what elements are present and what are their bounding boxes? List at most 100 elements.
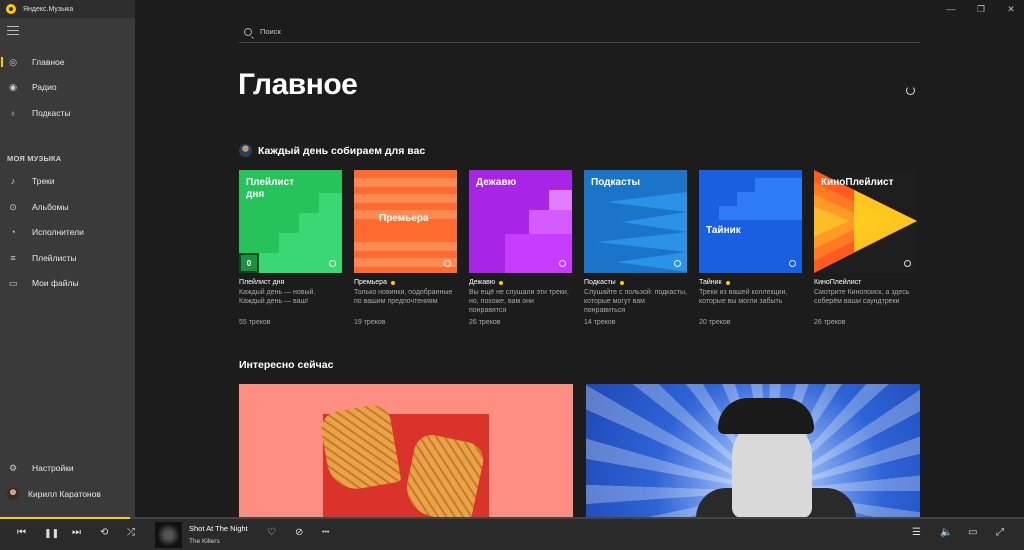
new-dot-icon (499, 280, 504, 285)
fullscreen-icon[interactable]: ⤢ (996, 527, 1004, 538)
playlist-cover[interactable]: Премьера (354, 170, 457, 273)
playlist-description: Треки из вашей коллекции, которые вы мог… (699, 289, 788, 306)
folder-icon: ▭ (8, 277, 18, 288)
track-count: 19 треков (354, 319, 386, 326)
like-icon[interactable]: ♡ (267, 527, 276, 538)
playlist-card[interactable]: Тайник Тайник Треки из вашей коллекции, … (699, 170, 802, 326)
track-count: 26 треков (469, 319, 501, 326)
sidebar-item-albums[interactable]: ⊙ Альбомы (0, 196, 135, 218)
cover-title: Плейлист дня (246, 177, 295, 200)
titlebar: Яндекс.Музыка (0, 0, 135, 18)
sidebar-item-podcasts[interactable]: ♁ Подкасты (0, 102, 135, 124)
new-dot-icon (619, 280, 624, 285)
playlist-card[interactable]: Премьера Премьера Только новинки, подобр… (354, 170, 457, 326)
cover-title: КиноПлейлист (821, 177, 894, 188)
app-logo-icon (6, 4, 16, 14)
yandex-badge-icon (444, 260, 451, 267)
volume-icon[interactable]: 🔈 (940, 527, 952, 538)
sidebar-item-settings[interactable]: ⚙ Настройки (0, 457, 135, 479)
playlist-name-text: Тайник (699, 279, 722, 286)
page-title: Главное (238, 68, 358, 101)
window-controls: — ❐ ✕ (946, 4, 1016, 15)
miniplayer-icon[interactable]: ▭ (968, 527, 977, 538)
playlist-cover[interactable]: КиноПлейлист (814, 170, 917, 273)
close-icon[interactable]: ✕ (1006, 4, 1016, 15)
playlist-name: Подкасты (584, 279, 687, 286)
playlist-card[interactable]: КиноПлейлист КиноПлейлист Смотрите Киноп… (814, 170, 917, 326)
sidebar-item-artists[interactable]: ◔ Исполнители (0, 221, 135, 243)
cover-title: Премьера (379, 213, 429, 224)
main-content: — ❐ ✕ Главное Каждый день собираем для в… (135, 0, 1024, 518)
playlist-cover[interactable]: Тайник (699, 170, 802, 273)
yandex-badge-icon (674, 260, 681, 267)
sidebar-item-label: Треки (32, 176, 55, 186)
artist-icon: ◔ (10, 227, 16, 237)
sidebar-item-tracks[interactable]: ♪ Треки (0, 170, 135, 192)
section-title: Каждый день собираем для вас (258, 144, 426, 157)
repeat-icon[interactable]: ⟲ (100, 527, 108, 538)
sidebar-item-user[interactable]: Кирилл Каратонов (0, 483, 135, 505)
minimize-icon[interactable]: — (946, 4, 956, 15)
gear-icon: ⚙ (8, 462, 18, 473)
playlist-description: Каждый день — новый. Каждый день — ваш! (239, 289, 316, 306)
playlist-description: Вы ещё не слушали эти треки, но, похоже,… (469, 289, 569, 315)
app-title: Яндекс.Музыка (23, 5, 74, 13)
user-name: Кирилл Каратонов (28, 489, 101, 499)
sidebar-item-label: Альбомы (32, 202, 69, 212)
next-icon[interactable]: ⏭ (72, 527, 81, 538)
menu-icon[interactable] (7, 26, 19, 35)
pause-icon[interactable]: ❚❚ (44, 528, 59, 539)
search-bar[interactable] (239, 21, 920, 43)
sidebar-item-label: Мои файлы (32, 278, 79, 288)
playlist-card[interactable]: Подкасты Подкасты Слушайте с пользой: по… (584, 170, 687, 326)
sidebar-item-home[interactable]: ◎ Главное (0, 51, 135, 73)
playlist-name-text: Подкасты (584, 279, 616, 286)
previous-icon[interactable]: ⏮ (17, 527, 26, 538)
search-icon (244, 27, 252, 36)
featured-cards (239, 384, 920, 518)
track-artist[interactable]: The Killers (189, 538, 220, 545)
dislike-icon[interactable]: ⊘ (295, 527, 303, 538)
sidebar-item-label: Настройки (32, 463, 74, 473)
queue-icon[interactable]: ☰ (912, 527, 921, 538)
playlist-cover[interactable]: 0 Плейлист дня (239, 170, 342, 273)
album-icon: ⊙ (9, 201, 17, 212)
playlist-name: КиноПлейлист (814, 279, 917, 286)
shuffle-icon[interactable]: ⤮ (127, 527, 135, 538)
yandex-badge-icon (329, 260, 336, 267)
playlist-name-text: Плейлист дня (239, 279, 285, 286)
sidebar-item-label: Радио (32, 82, 57, 92)
track-title[interactable]: Shot At The Night (189, 524, 248, 533)
sidebar-item-radio[interactable]: ◉ Радио (0, 76, 135, 98)
featured-art-cap (718, 398, 814, 434)
track-count: 20 треков (699, 319, 731, 326)
restore-icon[interactable]: ❐ (976, 4, 986, 15)
more-icon[interactable]: ••• (322, 529, 329, 536)
sidebar-item-my-files[interactable]: ▭ Мои файлы (0, 272, 135, 294)
playlist-cover[interactable]: Подкасты (584, 170, 687, 273)
section-title-my-music: МОЯ МУЗЫКА (7, 154, 62, 163)
playlist-card[interactable]: 0 Плейлист дня Плейлист дня Каждый день … (239, 170, 342, 326)
featured-card[interactable] (586, 384, 920, 518)
sidebar-item-playlists[interactable]: ≡ Плейлисты (0, 247, 135, 269)
playlist-name-text: КиноПлейлист (814, 279, 862, 286)
track-count: 55 треков (239, 319, 271, 326)
featured-card[interactable] (239, 384, 573, 518)
avatar (7, 488, 19, 500)
album-art[interactable] (155, 522, 182, 548)
playlist-cover[interactable]: Дежавю (469, 170, 572, 273)
playlist-description: Слушайте с пользой: подкасты, которые мо… (584, 289, 687, 315)
new-dot-icon (725, 280, 730, 285)
playlist-card[interactable]: Дежавю Дежавю Вы ещё не слушали эти трек… (469, 170, 572, 326)
day-counter: 0 (239, 253, 259, 273)
cover-title: Тайник (706, 225, 741, 236)
player-bar: ⏮ ❚❚ ⏭ ⟲ ⤮ ♡ ⊘ ••• ☰ 🔈 ▭ ⤢ (0, 519, 1024, 550)
playlist-name-text: Дежавю (469, 279, 496, 286)
cover-title: Дежавю (476, 177, 517, 188)
playlist-description: Смотрите Кинопоиск, а здесь соберём ваши… (814, 289, 910, 306)
yandex-badge-icon (789, 260, 796, 267)
section-title: Интересно сейчас (239, 359, 334, 371)
refresh-icon[interactable] (906, 86, 915, 95)
home-icon: ◎ (9, 56, 17, 67)
search-input[interactable] (260, 27, 660, 36)
